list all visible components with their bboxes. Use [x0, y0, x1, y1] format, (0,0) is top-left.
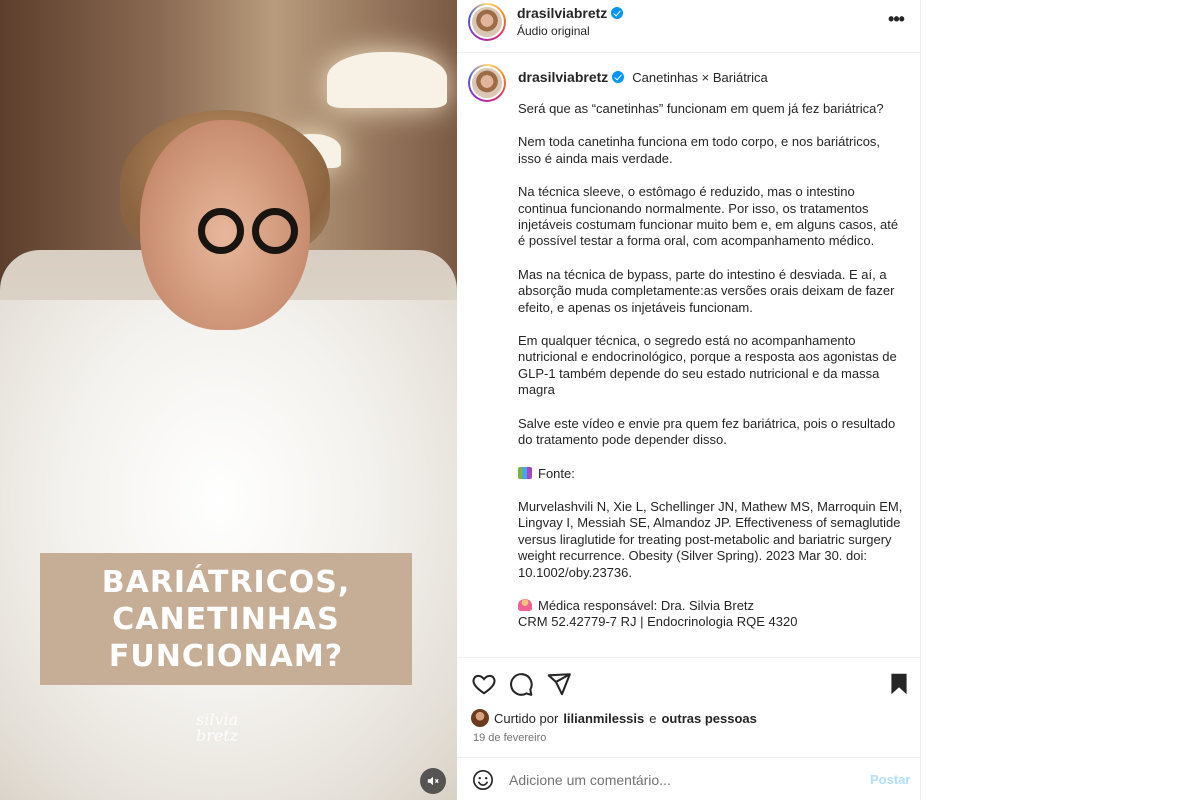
share-icon[interactable]: [546, 671, 572, 697]
heart-icon[interactable]: [471, 671, 497, 697]
liker-avatar[interactable]: [471, 709, 489, 727]
comment-icon[interactable]: [508, 671, 534, 697]
post-header: drasilviabretz Áudio original •••: [457, 0, 921, 53]
lamp-shade-large: [327, 52, 447, 108]
caption-paragraph: Salve este vídeo e envie pra quem fez ba…: [518, 415, 896, 448]
source-line: Fonte:: [518, 466, 903, 482]
glasses-left: [198, 208, 244, 254]
brand-watermark: silvia bretz: [196, 710, 239, 745]
liked-by-row: Curtido por lilianmilessis e outras pess…: [471, 709, 757, 727]
bookmark-icon[interactable]: [886, 671, 912, 697]
liker-username[interactable]: lilianmilessis: [563, 711, 644, 726]
liked-conjunction: e: [649, 710, 657, 726]
responsible-line: Médica responsável: Dra. Silvia Bretz: [518, 598, 903, 614]
post-side-panel: drasilviabretz Áudio original ••• drasil…: [457, 0, 921, 800]
post-actions: Curtido por lilianmilessis e outras pess…: [457, 657, 921, 757]
caption-audio-title[interactable]: Canetinhas × Bariátrica: [632, 70, 768, 85]
source-label: Fonte:: [538, 465, 575, 481]
post-date[interactable]: 19 de fevereiro: [473, 732, 546, 744]
reference-text: Murvelashvili N, Xie L, Schellinger JN, …: [518, 498, 903, 580]
doctor-icon: [518, 598, 532, 611]
comment-bar: Postar: [457, 757, 921, 800]
caption-text: Será que as “canetinhas” funcionam em qu…: [518, 101, 903, 631]
author-username[interactable]: drasilviabretz: [517, 5, 607, 21]
verified-badge-icon: [611, 7, 624, 19]
caption-username[interactable]: drasilviabretz: [518, 69, 608, 85]
caption-area: drasilviabretz Canetinhas × Bariátrica S…: [457, 54, 921, 657]
author-row: drasilviabretz: [517, 5, 624, 21]
verified-badge-icon: [612, 71, 625, 83]
mute-button[interactable]: [420, 768, 446, 794]
caption-author-row: drasilviabretz Canetinhas × Bariátrica: [518, 69, 768, 85]
video-title-card: BARIÁTRICOS, CANETINHAS FUNCIONAM?: [40, 553, 412, 685]
caption-avatar[interactable]: [468, 64, 506, 102]
emoji-icon[interactable]: [472, 769, 494, 791]
speaker-muted-icon: [427, 776, 439, 786]
comment-input[interactable]: [509, 769, 849, 791]
liked-others-link[interactable]: outras pessoas: [661, 711, 756, 726]
crm-text: CRM 52.42779-7 RJ | Endocrinologia RQE 4…: [518, 614, 798, 630]
post-comment-button[interactable]: Postar: [870, 772, 910, 787]
glasses-right: [252, 208, 298, 254]
caption-paragraph: Em qualquer técnica, o segredo está no a…: [518, 333, 897, 398]
more-options-icon[interactable]: •••: [885, 10, 907, 30]
caption-paragraph: Será que as “canetinhas” funcionam em qu…: [518, 101, 884, 116]
responsible-text: Médica responsável: Dra. Silvia Bretz: [538, 597, 755, 613]
audio-label[interactable]: Áudio original: [517, 24, 590, 38]
video-title-text: BARIÁTRICOS, CANETINHAS FUNCIONAM?: [101, 564, 351, 674]
post-media[interactable]: BARIÁTRICOS, CANETINHAS FUNCIONAM? silvi…: [0, 0, 457, 800]
caption-paragraph: Na técnica sleeve, o estômago é reduzido…: [518, 184, 899, 249]
liked-prefix: Curtido por: [494, 710, 559, 726]
books-icon: [518, 466, 532, 479]
author-avatar[interactable]: [468, 3, 506, 41]
caption-paragraph: Nem toda canetinha funciona em todo corp…: [518, 134, 881, 166]
caption-paragraph: Mas na técnica de bypass, parte do intes…: [518, 266, 895, 315]
